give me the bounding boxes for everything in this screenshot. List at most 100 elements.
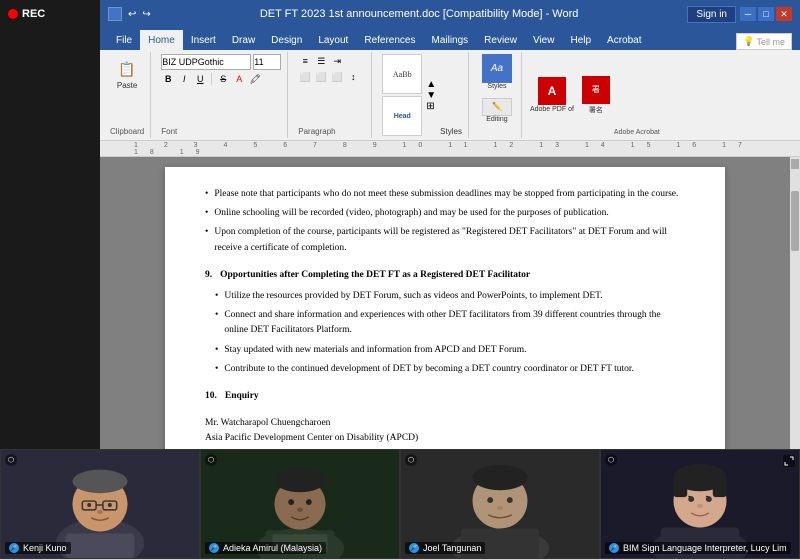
spacer4 xyxy=(205,404,685,408)
s9-bullet-4-text: Contribute to the continued development … xyxy=(224,362,634,377)
editing-group: Aa Styles ✏️ Editing xyxy=(473,52,522,138)
ruler-content: 1 2 3 4 5 6 7 8 9 10 11 12 13 14 15 16 1… xyxy=(104,142,796,156)
bullet-dot: • xyxy=(215,362,218,377)
video-bar: 🎤 Kenji Kuno ⬡ 🎤 Adi xyxy=(0,449,800,559)
section9-num: 9. xyxy=(205,268,212,283)
tab-design[interactable]: Design xyxy=(263,30,310,50)
align-center-button[interactable]: ⬜ xyxy=(314,70,328,84)
s9-bullet-4: • Contribute to the continued developmen… xyxy=(215,362,685,377)
video-name-3: Joel Tangunan xyxy=(423,543,481,553)
numbered-list-button[interactable]: ☰ xyxy=(314,54,328,68)
video-label-3: 🎤 Joel Tangunan xyxy=(405,542,485,554)
title-bar: ↩ ↪ DET FT 2023 1st announcement.doc [Co… xyxy=(100,0,800,28)
sign-button[interactable]: 署 署名 xyxy=(582,76,610,115)
enquiry-name-text: Mr. Watcharapol Chuengcharoen xyxy=(205,418,330,428)
tab-help[interactable]: Help xyxy=(562,30,599,50)
style-normal[interactable]: AaBb xyxy=(382,54,422,94)
styles-label: Styles xyxy=(440,127,462,136)
bullet-list-button[interactable]: ≡ xyxy=(298,54,312,68)
video-option-1[interactable]: ⬡ xyxy=(5,454,17,466)
tab-draw[interactable]: Draw xyxy=(224,30,263,50)
paste-label: Paste xyxy=(117,81,137,90)
enquiry-org-text: Asia Pacific Development Center on Disab… xyxy=(205,433,418,443)
tell-me-area: 💡 Tell me xyxy=(736,33,792,50)
section10-num: 10. xyxy=(205,389,217,404)
title-bar-right: Sign in ─ □ ✕ xyxy=(687,6,792,23)
bullet-dot: • xyxy=(205,225,208,255)
tab-insert[interactable]: Insert xyxy=(183,30,224,50)
separator xyxy=(211,73,212,85)
clipboard-label: Clipboard xyxy=(110,127,144,136)
section9-title: Opportunities after Completing the DET F… xyxy=(220,268,530,283)
tab-view[interactable]: View xyxy=(525,30,563,50)
align-row: ⬜ ⬜ ⬜ ↕ xyxy=(298,70,360,84)
tab-review[interactable]: Review xyxy=(476,30,525,50)
sign-icon: 署 xyxy=(582,76,610,104)
bullet-dot: • xyxy=(215,308,218,338)
italic-button[interactable]: I xyxy=(177,72,191,86)
align-left-button[interactable]: ⬜ xyxy=(298,70,312,84)
tell-me-box[interactable]: 💡 Tell me xyxy=(736,33,792,50)
editing-visual: ✏️ xyxy=(482,98,512,116)
video-option-4[interactable]: ⬡ xyxy=(605,454,617,466)
video-name-1: Kenji Kuno xyxy=(23,543,67,553)
adobe-pdf-button[interactable]: A Adobe PDF of xyxy=(530,77,574,113)
styles-scroll-down[interactable]: ▼ xyxy=(426,90,436,101)
maximize-button[interactable]: □ xyxy=(758,7,774,21)
rec-indicator: REC xyxy=(8,8,45,20)
font-color-button[interactable]: A xyxy=(232,72,246,86)
video-thumb-1: 🎤 Kenji Kuno ⬡ xyxy=(0,449,200,559)
section10-header: 10. Enquiry xyxy=(205,389,685,404)
font-size-input[interactable] xyxy=(253,54,281,70)
video-name-4: BIM Sign Language Interpreter, Lucy Lim xyxy=(623,543,787,553)
section9-header: 9. Opportunities after Completing the DE… xyxy=(205,268,685,283)
styles-scroll-up[interactable]: ▲ xyxy=(426,79,436,90)
bold-button[interactable]: B xyxy=(161,72,175,86)
editing-icon-btn[interactable]: ✏️ Editing xyxy=(479,92,515,128)
mic-icon-2: 🎤 xyxy=(209,543,219,553)
highlight-button[interactable]: 🖍 xyxy=(248,72,262,86)
enquiry-name: Mr. Watcharapol Chuengcharoen xyxy=(205,416,685,431)
indent-button[interactable]: ⇥ xyxy=(330,54,344,68)
scrollbar-thumb[interactable] xyxy=(791,191,799,251)
video-option-2[interactable]: ⬡ xyxy=(205,454,217,466)
tab-mailings[interactable]: Mailings xyxy=(423,30,476,50)
underline-button[interactable]: U xyxy=(193,72,207,86)
styles-big-icon[interactable]: Aa Styles xyxy=(479,54,515,90)
bullet-dot: • xyxy=(215,289,218,304)
mic-icon-1: 🎤 xyxy=(9,543,19,553)
expand-btn-4[interactable] xyxy=(783,454,795,472)
styles-expand[interactable]: ⊞ xyxy=(426,101,436,112)
s9-bullet-3: • Stay updated with new materials and in… xyxy=(215,343,685,358)
tab-home[interactable]: Home xyxy=(140,30,183,50)
format-row: B I U S A 🖍 xyxy=(161,72,262,86)
spacer3 xyxy=(205,381,685,389)
paragraph-label: Paragraph xyxy=(298,127,335,136)
signin-button[interactable]: Sign in xyxy=(687,6,736,23)
minimize-button[interactable]: ─ xyxy=(740,7,756,21)
font-name-input[interactable] xyxy=(161,54,251,70)
bullet-3: • Upon completion of the course, partici… xyxy=(205,225,685,255)
scroll-up-arrow[interactable] xyxy=(791,159,799,169)
tab-acrobat[interactable]: Acrobat xyxy=(599,30,649,50)
font-group: B I U S A 🖍 Font xyxy=(155,52,288,138)
mic-icon-3: 🎤 xyxy=(409,543,419,553)
paste-button[interactable]: 📋 Paste xyxy=(112,54,142,94)
spacer xyxy=(205,260,685,268)
video-option-3[interactable]: ⬡ xyxy=(405,454,417,466)
style-heading1[interactable]: Head xyxy=(382,96,422,136)
section10-title: Enquiry xyxy=(225,389,259,404)
undo-icon[interactable]: ↩ xyxy=(128,9,136,20)
strikethrough-button[interactable]: S xyxy=(216,72,230,86)
tab-references[interactable]: References xyxy=(356,30,423,50)
align-right-button[interactable]: ⬜ xyxy=(330,70,344,84)
paragraph-group: ≡ ☰ ⇥ ⬜ ⬜ ⬜ ↕ Paragraph xyxy=(292,52,372,138)
redo-icon[interactable]: ↪ xyxy=(142,9,150,20)
video-label-2: 🎤 Adieka Amirul (Malaysia) xyxy=(205,542,326,554)
adobe-pdf-icon: A xyxy=(538,77,566,105)
tab-file[interactable]: File xyxy=(108,30,140,50)
close-button[interactable]: ✕ xyxy=(776,7,792,21)
line-spacing-button[interactable]: ↕ xyxy=(346,70,360,84)
font-row xyxy=(161,54,281,70)
tab-layout[interactable]: Layout xyxy=(310,30,356,50)
